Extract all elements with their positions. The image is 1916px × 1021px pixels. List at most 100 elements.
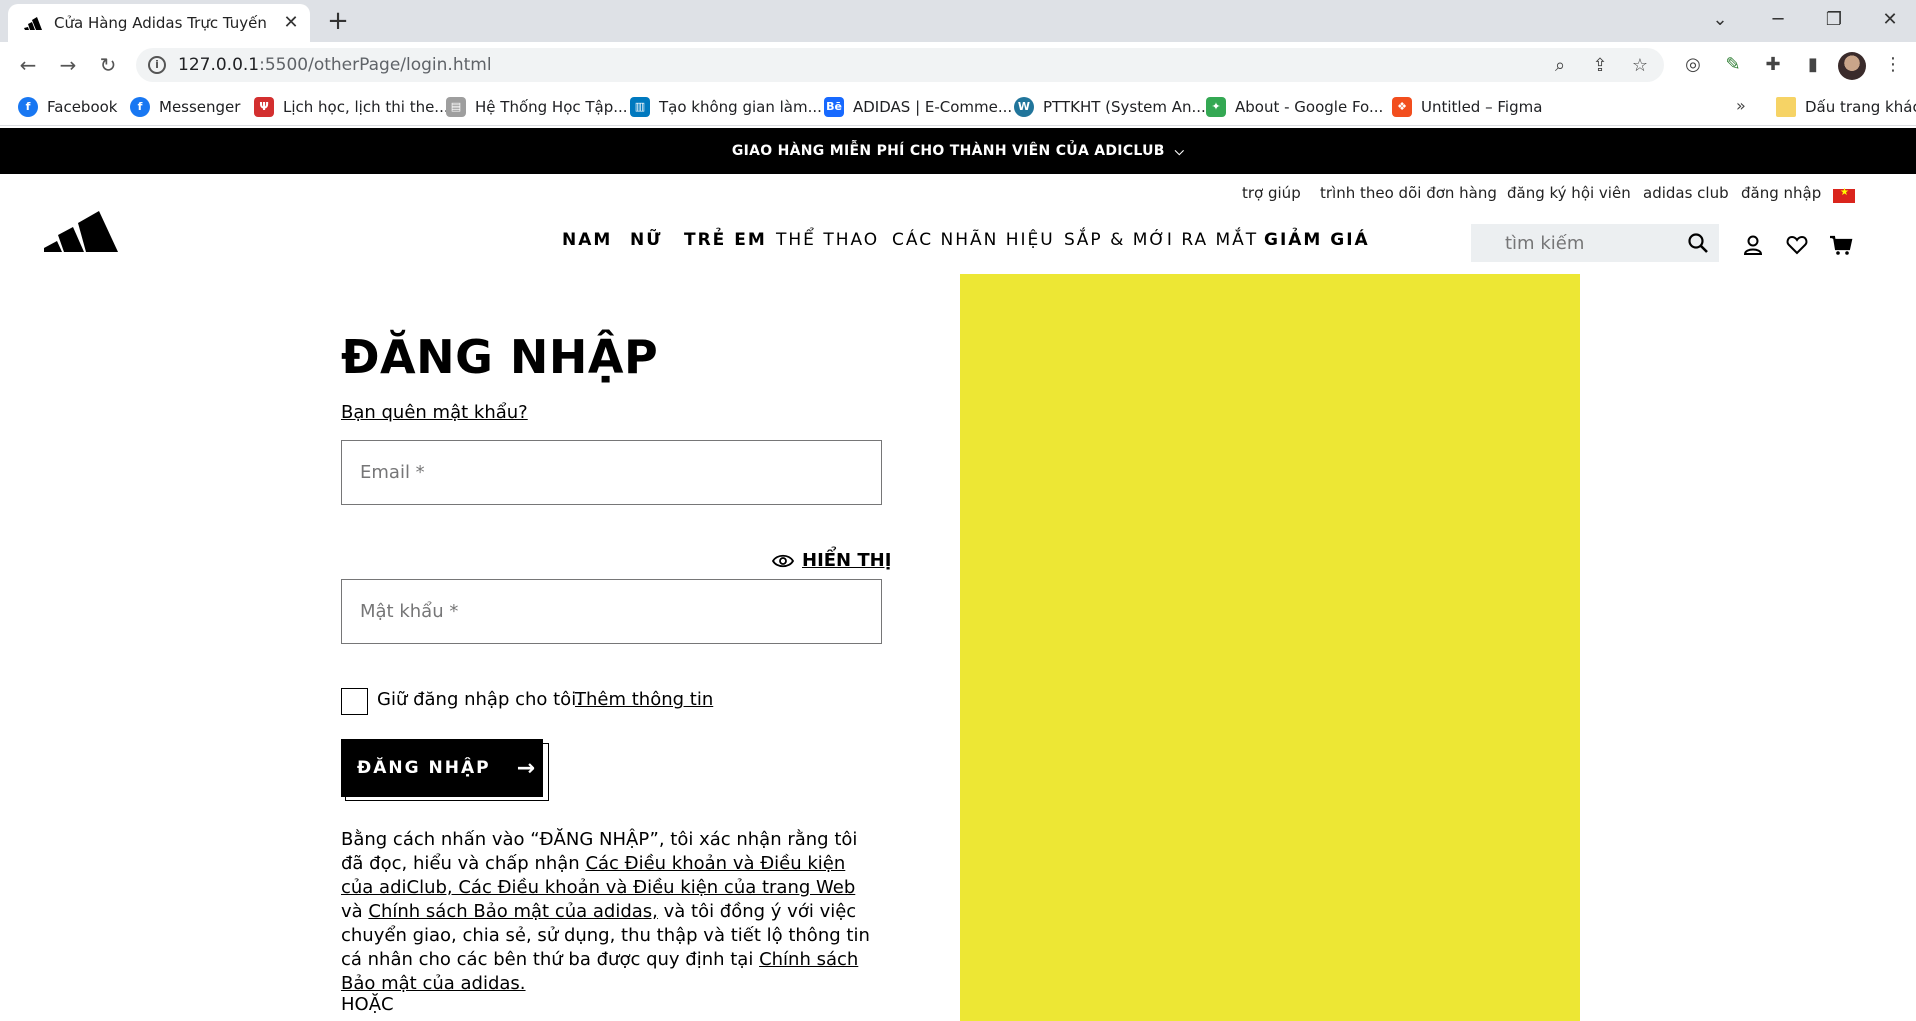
tab-search-dropdown-icon[interactable]: ⌄ [1700,6,1740,34]
or-divider-text: HOẶC [341,994,394,1015]
bookmark-label: About - Google Fo... [1235,98,1384,116]
chevron-down-icon: ⌵ [1174,144,1185,158]
profile-avatar[interactable] [1838,52,1866,80]
nav-sports[interactable]: THỂ THAO [776,230,879,250]
bookmark-figma[interactable]: ❖ Untitled – Figma [1392,94,1542,120]
restore-icon[interactable]: ❐ [1814,6,1854,34]
other-bookmarks-folder[interactable]: Dấu trang khác [1776,94,1916,120]
email-input[interactable] [342,441,881,504]
search-icon[interactable] [1687,232,1709,254]
facebook-icon: f [18,97,38,117]
site-info-icon[interactable]: i [148,56,166,74]
back-icon[interactable]: ← [14,51,42,79]
keep-logged-in-label: Giữ đăng nhập cho tôi. [377,689,582,710]
bookmark-label: Facebook [47,98,118,116]
bookmark-star-icon[interactable]: ☆ [1628,54,1652,78]
school-icon: ▤ [446,97,466,117]
google-forms-icon: ✦ [1206,97,1226,117]
nav-sale[interactable]: GIẢM GIÁ [1264,230,1370,250]
promo-text: GIAO HÀNG MIỄN PHÍ CHO THÀNH VIÊN CỦA AD… [731,143,1165,159]
bookmark-label: Hệ Thống Học Tập... [475,98,628,116]
nav-men[interactable]: NAM [562,230,612,250]
legal-text-part: và [341,901,369,922]
share-icon[interactable]: ⇪ [1588,54,1612,78]
cart-icon[interactable] [1828,232,1854,258]
search-input[interactable]: tìm kiếm [1505,233,1584,254]
login-button[interactable]: ĐĂNG NHẬP → [341,739,543,797]
adidas-favicon-icon [24,17,42,30]
adidas-club-link[interactable]: adidas club [1643,184,1729,202]
bookmark-trello[interactable]: ▥ Tạo không gian làm... [630,94,822,120]
login-link[interactable]: đăng nhập [1741,184,1821,202]
password-input[interactable] [342,580,881,643]
bookmark-google-forms[interactable]: ✦ About - Google Fo... [1206,94,1383,120]
bookmarks-overflow-icon[interactable]: » [1736,96,1746,115]
forward-icon[interactable]: → [54,51,82,79]
bookmark-facebook[interactable]: f Facebook [18,94,117,120]
keep-logged-in-checkbox[interactable] [341,688,368,715]
bookmark-messenger[interactable]: f Messenger [130,94,240,120]
tab-close-icon[interactable]: ✕ [280,12,302,34]
tab-title: Cửa Hàng Adidas Trực Tuyến | adidas [54,14,272,32]
new-tab-button[interactable]: + [324,8,352,36]
reload-icon[interactable]: ↻ [94,51,122,79]
browser-menu-icon[interactable]: ⋮ [1880,52,1906,78]
register-link[interactable]: đăng ký hội viên [1507,184,1631,202]
bookmark-schedule[interactable]: Ψ Lịch học, lịch thi the... [254,94,449,120]
extensions-puzzle-icon[interactable]: ✚ [1760,52,1786,78]
bookmark-behance[interactable]: Bē ADIDAS | E-Comme... [824,94,1012,120]
nav-new-arrivals[interactable]: SẮP & MỚI RA MẮT [1064,230,1258,250]
address-bar[interactable]: i 127.0.0.1:5500/otherPage/login.html ⌕ … [136,48,1664,82]
zoom-icon[interactable]: ⌕ [1548,54,1572,78]
color-extension-icon[interactable]: ✎ [1720,52,1746,78]
bookmark-label: Messenger [159,98,241,116]
wishlist-heart-icon[interactable] [1784,232,1810,258]
arrow-right-icon: → [516,755,536,781]
show-password-toggle[interactable]: HIỂN THỊ [772,550,891,571]
login-button-label: ĐĂNG NHẬP [357,758,491,778]
login-title: ĐĂNG NHẬP [341,330,659,384]
browser-tab-bar: Cửa Hàng Adidas Trực Tuyến | adidas ✕ + … [0,0,1916,42]
nav-women[interactable]: NỮ [630,230,662,250]
eye-icon [772,554,794,567]
bookmark-label: Tạo không gian làm... [659,98,822,116]
bookmarks-bar: f Facebook f Messenger Ψ Lịch học, lịch … [0,88,1916,126]
folder-icon [1776,97,1796,117]
browser-toolbar: ← → ↻ i 127.0.0.1:5500/otherPage/login.h… [0,42,1916,88]
vietnam-flag-icon[interactable] [1833,187,1855,203]
bookmark-label: ADIDAS | E-Comme... [853,98,1013,116]
bookmark-learning-system[interactable]: ▤ Hệ Thống Học Tập... [446,94,628,120]
promo-banner[interactable]: GIAO HÀNG MIỄN PHÍ CHO THÀNH VIÊN CỦA AD… [0,128,1916,174]
browser-tab[interactable]: Cửa Hàng Adidas Trực Tuyến | adidas ✕ [8,4,310,42]
adidas-logo[interactable] [44,208,118,252]
legal-text: Bằng cách nhấn vào “ĐĂNG NHẬP”, tôi xác … [341,828,881,996]
wordpress-icon: W [1014,97,1034,117]
messenger-icon: f [130,97,150,117]
bookmark-wordpress[interactable]: W PTTKHT (System An... [1014,94,1206,120]
figma-icon: ❖ [1392,97,1412,117]
minimize-icon[interactable]: ─ [1758,6,1798,34]
university-logo-icon: Ψ [254,97,274,117]
password-field[interactable] [341,579,882,644]
other-bookmarks-label: Dấu trang khác [1805,98,1916,116]
email-field[interactable] [341,440,882,505]
trello-icon: ▥ [630,97,650,117]
bookmark-label: Untitled – Figma [1421,98,1543,116]
side-panel-icon[interactable]: ▮ [1800,52,1826,78]
promo-image-panel [960,274,1580,1021]
nav-brands[interactable]: CÁC NHÃN HIỆU [892,230,1055,250]
show-password-label: HIỂN THỊ [802,550,892,571]
search-box[interactable]: tìm kiếm [1471,224,1719,262]
order-tracker-link[interactable]: trình theo dõi đơn hàng [1320,184,1497,202]
more-info-link[interactable]: Thêm thông tin [575,689,713,710]
behance-icon: Bē [824,97,844,117]
forgot-password-link[interactable]: Bạn quên mật khẩu? [341,402,528,423]
help-link[interactable]: trợ giúp [1242,184,1301,202]
account-icon[interactable] [1740,232,1766,258]
nav-kids[interactable]: TRẺ EM [684,230,767,250]
url-text: 127.0.0.1:5500/otherPage/login.html [178,55,492,75]
close-window-icon[interactable]: ✕ [1870,6,1910,34]
compass-extension-icon[interactable]: ◎ [1680,52,1706,78]
privacy-policy-link[interactable]: Chính sách Bảo mật của adidas, [368,901,657,922]
bookmark-label: Lịch học, lịch thi the... [283,98,449,116]
